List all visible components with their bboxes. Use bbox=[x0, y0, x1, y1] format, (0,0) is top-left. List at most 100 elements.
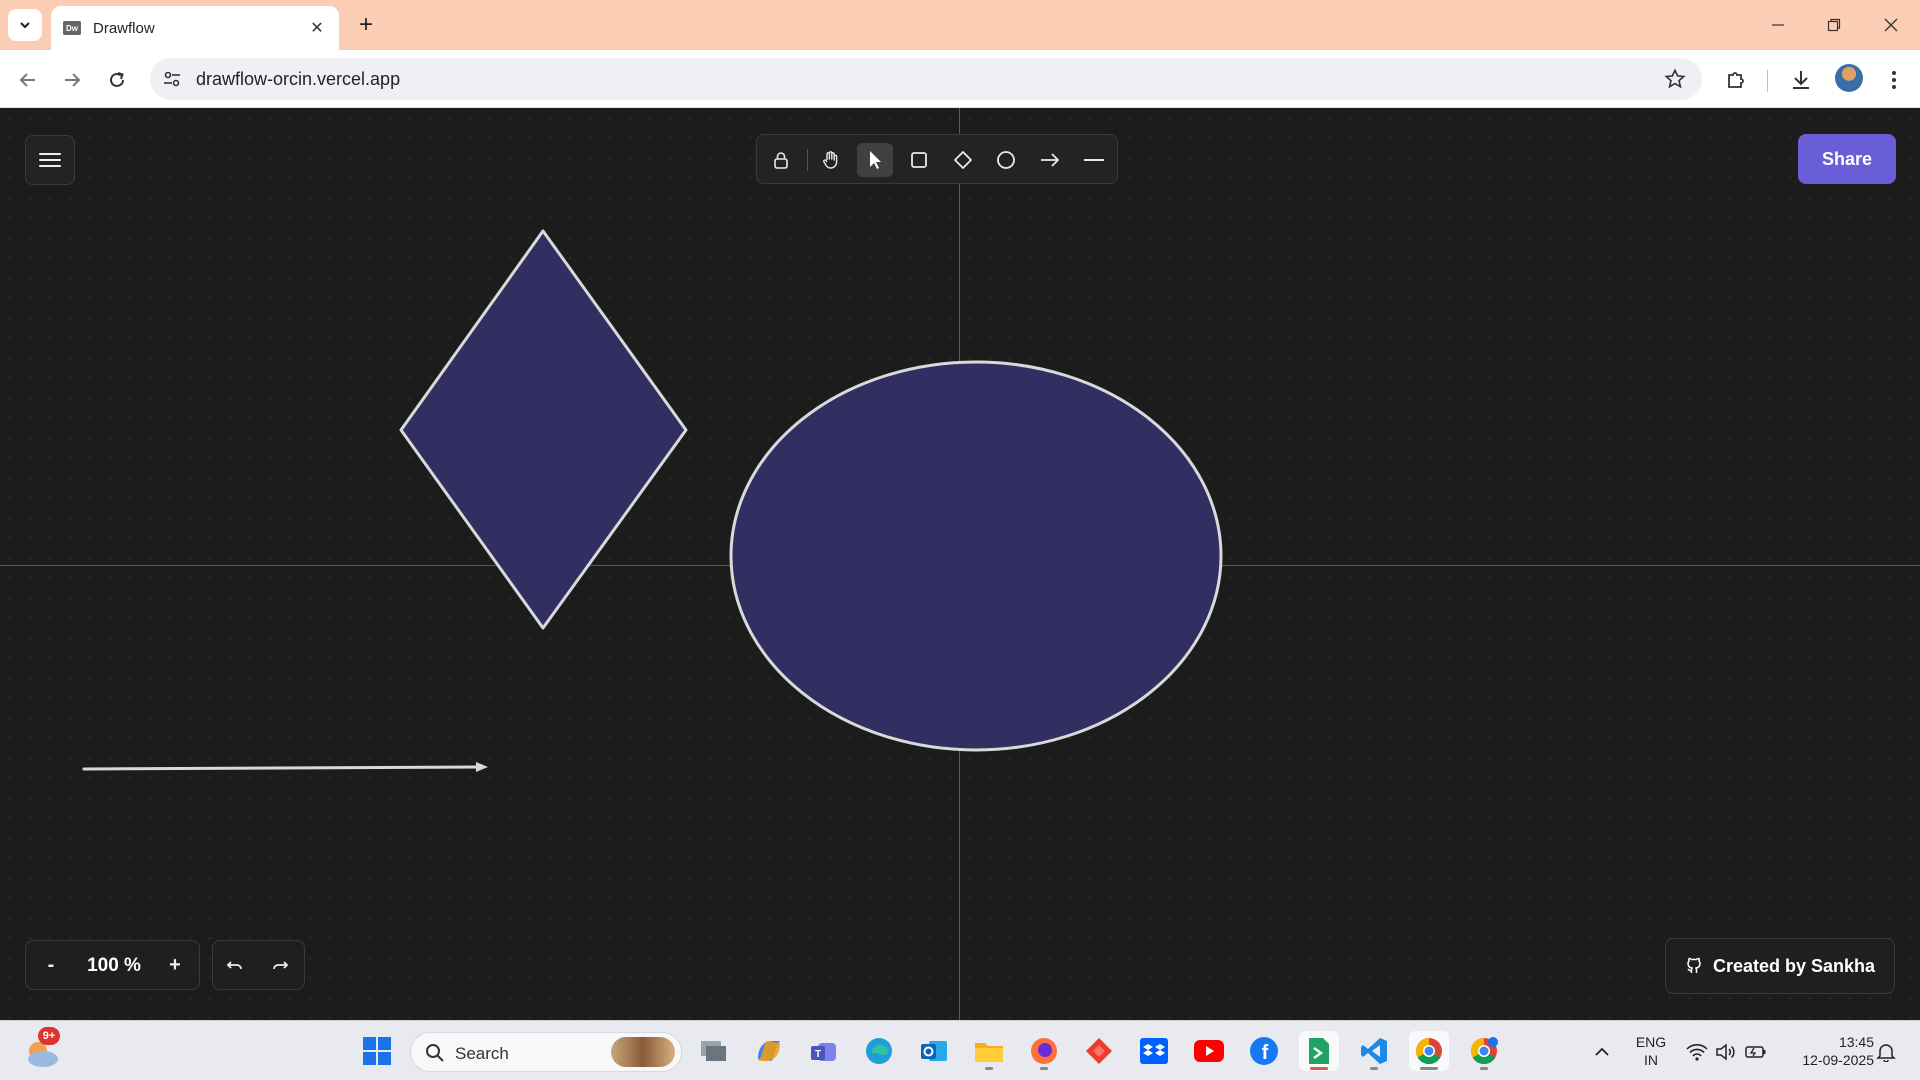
close-icon bbox=[1884, 18, 1898, 32]
pointer-icon bbox=[870, 151, 881, 169]
running-indicator bbox=[1480, 1067, 1488, 1070]
arrow-tool[interactable] bbox=[1032, 143, 1068, 177]
minimize-icon bbox=[1772, 24, 1784, 26]
task-view-icon bbox=[701, 1041, 726, 1061]
diamond-icon bbox=[954, 151, 972, 169]
line-icon bbox=[1084, 159, 1104, 161]
notification-badge: 9+ bbox=[38, 1027, 60, 1045]
taskbar-sheets-app[interactable] bbox=[1299, 1031, 1339, 1071]
notification-center-button[interactable] bbox=[1874, 1041, 1898, 1063]
main-menu-button[interactable] bbox=[25, 135, 75, 185]
taskbar-search-label: Search bbox=[455, 1044, 509, 1063]
chrome-icon bbox=[1470, 1037, 1498, 1065]
os-taskbar: 9+ Search T f ENG IN 13:45 12-09-2025 bbox=[0, 1020, 1920, 1080]
chevron-down-icon bbox=[20, 22, 30, 29]
diamond-shape[interactable] bbox=[399, 229, 688, 630]
reload-icon bbox=[110, 72, 124, 87]
arrow-shape[interactable] bbox=[82, 762, 488, 772]
wifi-status[interactable] bbox=[1685, 1041, 1709, 1063]
undo-button[interactable] bbox=[219, 950, 251, 982]
region-code: IN bbox=[1644, 1052, 1658, 1068]
language-code: ENG bbox=[1635, 1034, 1667, 1050]
downloads-button[interactable] bbox=[1785, 64, 1817, 96]
taskbar-outlook[interactable] bbox=[914, 1031, 954, 1071]
arrow-right-icon bbox=[65, 73, 81, 87]
taskbar-youtube[interactable] bbox=[1189, 1031, 1229, 1071]
rectangle-icon bbox=[911, 152, 927, 168]
share-button[interactable]: Share bbox=[1798, 134, 1896, 184]
taskbar-copilot[interactable] bbox=[749, 1031, 789, 1071]
search-highlight-image bbox=[611, 1037, 675, 1067]
active-indicator bbox=[1310, 1067, 1328, 1070]
undo-icon bbox=[226, 961, 242, 970]
taskbar-search[interactable]: Search bbox=[410, 1032, 682, 1072]
running-indicator bbox=[1370, 1067, 1378, 1070]
extensions-button[interactable] bbox=[1720, 64, 1752, 96]
battery-status[interactable] bbox=[1744, 1041, 1768, 1063]
ellipse-tool[interactable] bbox=[988, 143, 1024, 177]
anydesk-icon bbox=[1086, 1038, 1112, 1064]
tab-close-button[interactable]: ✕ bbox=[307, 18, 327, 38]
browser-menu-button[interactable] bbox=[1878, 64, 1910, 96]
zoom-out-button[interactable]: - bbox=[36, 949, 66, 981]
running-indicator bbox=[1040, 1067, 1048, 1070]
puzzle-icon bbox=[1728, 72, 1744, 88]
forward-button[interactable] bbox=[56, 64, 88, 96]
browser-tab[interactable]: Dw Drawflow ✕ bbox=[51, 6, 339, 50]
language-indicator[interactable]: ENG IN bbox=[1628, 1033, 1674, 1069]
taskbar-edge[interactable] bbox=[859, 1031, 899, 1071]
line-tool[interactable] bbox=[1076, 143, 1112, 177]
minimize-button[interactable] bbox=[1758, 10, 1798, 40]
volume-status[interactable] bbox=[1714, 1041, 1738, 1063]
hand-tool[interactable] bbox=[813, 143, 849, 177]
bookmark-button[interactable] bbox=[1664, 68, 1686, 95]
restore-button[interactable] bbox=[1814, 10, 1854, 40]
github-credit-link[interactable]: Created by Sankha bbox=[1665, 938, 1895, 994]
taskbar-facebook[interactable]: f bbox=[1244, 1031, 1284, 1071]
star-icon bbox=[1664, 68, 1686, 89]
lock-icon bbox=[774, 152, 788, 169]
lock-tool[interactable] bbox=[763, 143, 799, 177]
facebook-icon: f bbox=[1250, 1037, 1278, 1065]
drawing-canvas[interactable]: Share - 100 % + Created by Sankha bbox=[0, 108, 1920, 1020]
browser-titlebar: Dw Drawflow ✕ + bbox=[0, 0, 1920, 50]
close-window-button[interactable] bbox=[1871, 10, 1911, 40]
site-info-button[interactable] bbox=[160, 67, 184, 91]
reload-button[interactable] bbox=[101, 64, 133, 96]
taskbar-anydesk[interactable] bbox=[1079, 1031, 1119, 1071]
taskbar-teams[interactable]: T bbox=[804, 1031, 844, 1071]
ellipse-shape[interactable] bbox=[729, 360, 1223, 752]
taskbar-chrome[interactable] bbox=[1409, 1031, 1449, 1071]
outlook-icon bbox=[921, 1041, 947, 1061]
tab-title: Drawflow bbox=[93, 19, 155, 37]
document-arrow-icon bbox=[1309, 1038, 1329, 1064]
ellipse-icon bbox=[997, 151, 1015, 169]
clock[interactable]: 13:45 12-09-2025 bbox=[1780, 1033, 1874, 1069]
taskbar-vscode[interactable] bbox=[1354, 1031, 1394, 1071]
restore-icon bbox=[1827, 18, 1841, 32]
dropbox-icon bbox=[1140, 1038, 1168, 1064]
shape-toolbar bbox=[756, 134, 1118, 184]
taskbar-file-explorer[interactable] bbox=[969, 1031, 1009, 1071]
taskbar-task-view[interactable] bbox=[694, 1031, 734, 1071]
browser-toolbar: drawflow-orcin.vercel.app bbox=[0, 50, 1920, 108]
show-hidden-icons-button[interactable] bbox=[1590, 1041, 1614, 1063]
profile-avatar[interactable] bbox=[1835, 64, 1863, 92]
more-vertical-icon bbox=[1892, 71, 1896, 89]
taskbar-dropbox[interactable] bbox=[1134, 1031, 1174, 1071]
hamburger-icon bbox=[39, 153, 61, 167]
start-button[interactable] bbox=[357, 1031, 397, 1071]
tab-favicon: Dw bbox=[63, 21, 81, 35]
address-bar[interactable]: drawflow-orcin.vercel.app bbox=[150, 58, 1702, 100]
taskbar-firefox[interactable] bbox=[1024, 1031, 1064, 1071]
back-button[interactable] bbox=[12, 64, 44, 96]
diamond-tool[interactable] bbox=[945, 143, 981, 177]
rectangle-tool[interactable] bbox=[901, 143, 937, 177]
zoom-in-button[interactable]: + bbox=[160, 949, 190, 981]
tab-search-button[interactable] bbox=[8, 9, 42, 41]
taskbar-chrome-profile[interactable] bbox=[1464, 1031, 1504, 1071]
copilot-icon bbox=[758, 1041, 780, 1061]
new-tab-button[interactable]: + bbox=[352, 11, 380, 38]
redo-button[interactable] bbox=[264, 950, 296, 982]
select-tool[interactable] bbox=[857, 143, 893, 177]
